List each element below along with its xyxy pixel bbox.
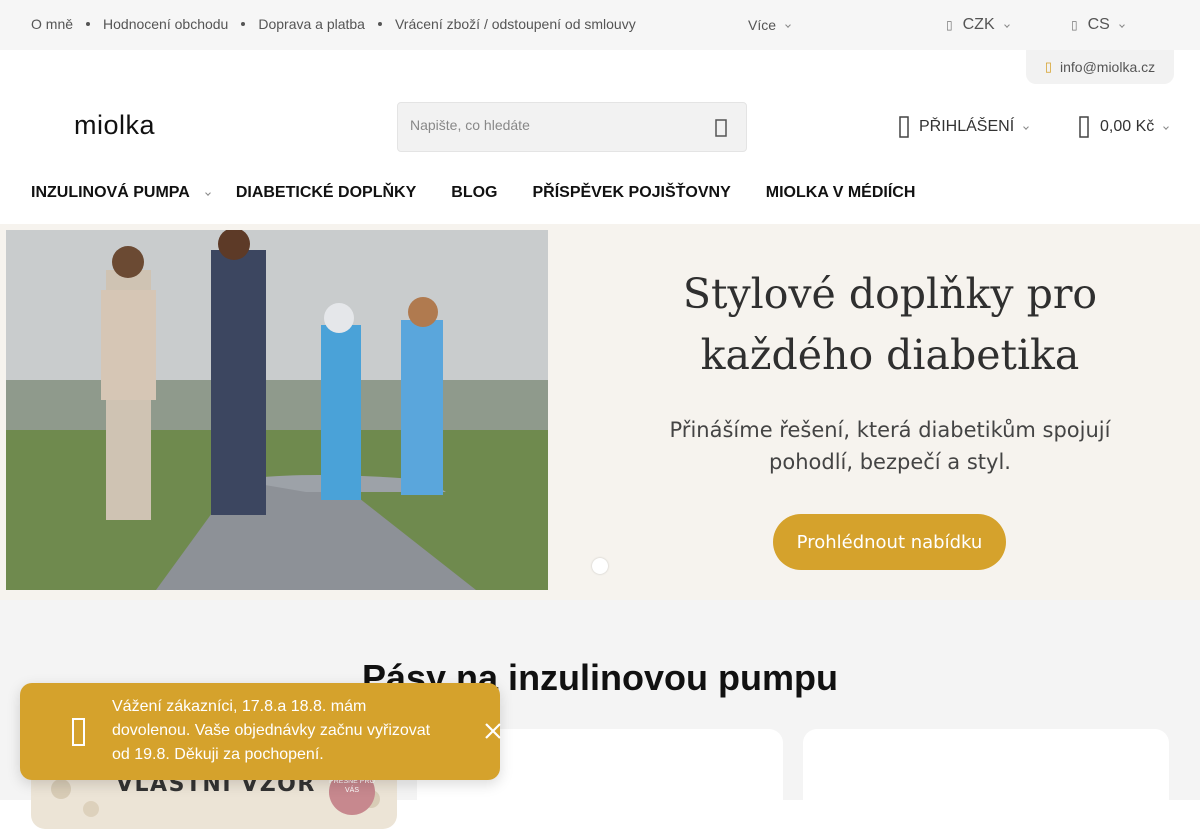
search-button[interactable] — [710, 117, 732, 139]
hero-title: Stylové doplňky pro každého diabetika — [580, 264, 1200, 386]
chevron-down-icon — [1163, 124, 1170, 130]
search-icon — [715, 119, 727, 137]
top-links: O mně Hodnocení obchodu Doprava a platba… — [31, 16, 636, 32]
top-bar: O mně Hodnocení obchodu Doprava a platba… — [0, 0, 1200, 50]
nav-item-blog[interactable]: BLOG — [451, 184, 497, 202]
chevron-down-icon — [1119, 22, 1125, 28]
top-link-reviews[interactable]: Hodnocení obchodu — [103, 16, 228, 32]
currency-icon: ▯ — [946, 18, 953, 32]
nav-item-media[interactable]: MIOLKA V MÉDIÍCH — [766, 184, 916, 202]
top-link-shipping[interactable]: Doprava a platba — [258, 16, 365, 32]
nav-item-insurance[interactable]: PŘÍSPĚVEK POJIŠŤOVNY — [532, 184, 730, 202]
hero-cta-button[interactable]: Prohlédnout nabídku — [773, 514, 1006, 570]
nav-item-label: MIOLKA V MÉDIÍCH — [765, 184, 916, 201]
cart-button[interactable]: 0,00 Kč — [1079, 116, 1170, 138]
separator-dot — [377, 22, 382, 26]
search-input[interactable] — [410, 117, 700, 133]
hero-title-line: každého diabetika — [700, 331, 1080, 379]
search-box — [397, 102, 747, 152]
mail-icon: ▯ — [1044, 59, 1052, 74]
top-link-about[interactable]: O mně — [31, 16, 73, 32]
chevron-down-icon — [204, 190, 211, 196]
nav-item-label: DIABETICKÉ DOPLŇKY — [235, 184, 417, 201]
close-icon[interactable] — [482, 720, 504, 742]
more-label: Více — [748, 17, 777, 33]
more-menu[interactable]: Více — [748, 17, 791, 33]
login-button[interactable]: PŘIHLÁŠENÍ — [899, 116, 1029, 138]
main-nav: INZULINOVÁ PUMPA DIABETICKÉ DOPLŇKY BLOG… — [31, 184, 950, 202]
login-label: PŘIHLÁŠENÍ — [919, 118, 1015, 135]
separator-dot — [86, 22, 91, 26]
separator-dot — [241, 22, 246, 26]
nav-item-label: PŘÍSPĚVEK POJIŠŤOVNY — [532, 184, 731, 201]
hero-subtitle-line: pohodlí, bezpečí a styl. — [769, 450, 1011, 474]
hero-title-line: Stylové doplňky pro — [682, 270, 1098, 318]
slider-dot[interactable] — [592, 558, 608, 574]
nav-item-diabetic-accessories[interactable]: DIABETICKÉ DOPLŇKY — [236, 184, 416, 202]
cart-icon — [1079, 116, 1089, 138]
hero-photo — [6, 230, 548, 590]
chevron-down-icon — [1003, 22, 1010, 28]
nav-item-label: BLOG — [451, 184, 498, 201]
language-icon: ▯ — [1071, 18, 1078, 32]
notification-toast: Vážení zákazníci, 17.8.a 18.8. mám dovol… — [20, 683, 501, 780]
chevron-down-icon — [1023, 124, 1029, 130]
nav-item-insulin-pump[interactable]: INZULINOVÁ PUMPA — [31, 184, 211, 202]
chevron-down-icon — [785, 22, 791, 28]
hero-subtitle-line: Přinášíme řešení, která diabetikům spoju… — [669, 418, 1111, 442]
top-link-returns[interactable]: Vrácení zboží / odstoupení od smlouvy — [395, 16, 636, 32]
cart-total: 0,00 Kč — [1100, 118, 1155, 135]
currency-value: CZK — [962, 16, 995, 33]
hero-subtitle: Přinášíme řešení, která diabetikům spoju… — [600, 414, 1180, 478]
email-contact[interactable]: ▯ info@miolka.cz — [1026, 50, 1174, 84]
logo[interactable]: miolka — [74, 110, 155, 141]
nav-item-label: INZULINOVÁ PUMPA — [31, 184, 190, 201]
toast-message: Vážení zákazníci, 17.8.a 18.8. mám dovol… — [112, 698, 431, 763]
email-address: info@miolka.cz — [1060, 59, 1156, 75]
language-selector[interactable]: ▯ CS — [1071, 16, 1125, 34]
product-card[interactable] — [803, 729, 1169, 829]
currency-selector[interactable]: ▯ CZK — [946, 16, 1010, 34]
user-icon — [899, 116, 909, 138]
info-icon — [72, 718, 85, 746]
language-value: CS — [1087, 16, 1110, 33]
